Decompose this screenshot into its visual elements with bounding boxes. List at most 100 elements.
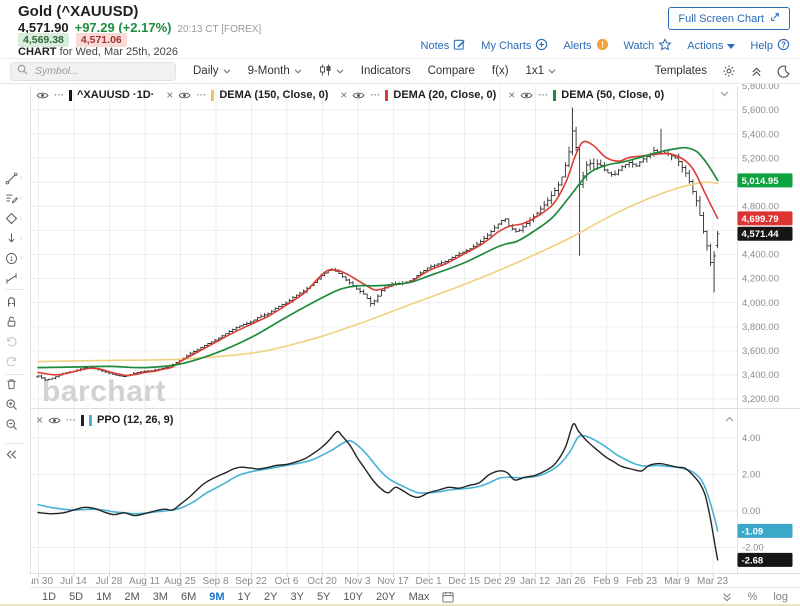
lock-drawings-icon[interactable] [4, 312, 26, 330]
percent-scale-toggle[interactable]: % [748, 591, 758, 603]
eye-visibility-icon[interactable] [178, 91, 191, 100]
period-1d[interactable]: 1D [42, 591, 56, 603]
svg-text:4,699.79: 4,699.79 [742, 214, 779, 225]
toolbar-item-compare[interactable]: Compare [428, 65, 475, 77]
period-3y[interactable]: 3Y [290, 591, 303, 603]
period-3m[interactable]: 3M [153, 591, 168, 603]
header-link-notes[interactable]: Notes [421, 38, 467, 54]
gear-icon[interactable] [722, 64, 736, 78]
toolbar-item-indicators[interactable]: Indicators [361, 65, 411, 77]
main-pane-collapse-icon[interactable] [720, 91, 729, 97]
period-20y[interactable]: 20Y [376, 591, 396, 603]
ppo-axis-label-signal: -1.09 [738, 524, 793, 538]
period-2m[interactable]: 2M [124, 591, 139, 603]
remove-indicator-icon[interactable]: × [36, 414, 43, 426]
full-screen-chart-button[interactable]: Full Screen Chart [668, 7, 790, 30]
period-5y[interactable]: 5Y [317, 591, 330, 603]
header-link-alerts[interactable]: Alerts! [563, 38, 608, 54]
trendline-tool-icon[interactable]: › [4, 169, 26, 187]
shapes-tool-icon[interactable]: › [4, 209, 26, 227]
period-10y[interactable]: 10Y [343, 591, 363, 603]
templates-button[interactable]: Templates [655, 65, 707, 77]
arrow-annotation-tool-icon[interactable]: › [4, 229, 26, 247]
scroll-down-chevrons-icon[interactable] [722, 592, 732, 602]
zoom-out-icon[interactable] [4, 415, 26, 433]
measure-tool-icon[interactable]: › [4, 269, 26, 287]
period-2y[interactable]: 2Y [264, 591, 277, 603]
log-scale-toggle[interactable]: log [773, 591, 788, 603]
svg-text:5,200.00: 5,200.00 [742, 153, 779, 164]
eye-visibility-icon[interactable] [520, 91, 533, 100]
toolbar-item-fx[interactable]: f(x) [492, 65, 509, 77]
ppo-pane-collapse-icon[interactable] [725, 416, 734, 422]
more-options-icon[interactable]: ··· [66, 415, 76, 426]
svg-text:Nov 17: Nov 17 [377, 576, 409, 587]
remove-indicator-icon[interactable]: × [508, 89, 515, 101]
more-options-icon[interactable]: ··· [538, 90, 548, 101]
period-5d[interactable]: 5D [69, 591, 83, 603]
svg-text:Jan 26: Jan 26 [556, 576, 586, 587]
remove-indicator-icon[interactable]: × [340, 89, 347, 101]
magnet-mode-icon[interactable] [4, 292, 26, 310]
series-color-chip [385, 90, 388, 101]
header-link-label: My Charts [481, 40, 531, 52]
header-link-label: Help [750, 40, 773, 52]
svg-text:3,200.00: 3,200.00 [742, 394, 779, 405]
number-marker-tool-icon[interactable]: 1› [4, 249, 26, 267]
header: Gold (^XAUUSD) 4,571.90 +97.29 (+2.17%) … [0, 0, 800, 59]
toolbar-item-1x1[interactable]: 1x1 [526, 65, 557, 77]
indicator-legend-item: × ··· DEMA (20, Close, 0) [340, 89, 496, 101]
notes-icon [453, 38, 466, 54]
eye-visibility-icon[interactable] [352, 91, 365, 100]
more-options-icon[interactable]: ··· [196, 90, 206, 101]
collapse-panel-icon[interactable] [751, 66, 762, 77]
period-max[interactable]: Max [409, 591, 430, 603]
symbol-search-input[interactable] [33, 64, 169, 78]
symbol-legend-item: ···^XAUUSD ·1D· [36, 89, 154, 101]
header-link-watch[interactable]: Watch [624, 38, 673, 54]
svg-text:Dec 1: Dec 1 [415, 576, 442, 587]
zoom-in-icon[interactable] [4, 395, 26, 413]
range-dropdown[interactable]: 9-Month [248, 65, 302, 77]
period-1m[interactable]: 1M [96, 591, 111, 603]
period-9m[interactable]: 9M [209, 591, 224, 603]
header-link-actions[interactable]: Actions [687, 40, 735, 52]
svg-text:5,600.00: 5,600.00 [742, 105, 779, 116]
svg-text:Mar 23: Mar 23 [697, 576, 729, 587]
period-6m[interactable]: 6M [181, 591, 196, 603]
more-options-icon[interactable]: ··· [54, 90, 64, 101]
header-links: Notes My Charts Alerts! Watch Actions Help? [421, 38, 790, 54]
svg-text:3,600.00: 3,600.00 [742, 346, 779, 357]
ppo-line [38, 424, 718, 560]
star-icon [658, 38, 672, 54]
header-link-label: Watch [624, 40, 655, 52]
svg-text:4,571.44: 4,571.44 [742, 229, 780, 240]
bid-value: 4,569.38 [18, 33, 69, 47]
ohlc-bars [36, 108, 719, 381]
collapse-toolbar-icon[interactable] [4, 445, 26, 463]
more-options-icon[interactable]: ··· [370, 90, 380, 101]
rail-separator [5, 374, 24, 375]
header-link-help[interactable]: Help? [750, 38, 790, 54]
period-1y[interactable]: 1Y [238, 591, 251, 603]
chart-type-dropdown[interactable] [319, 64, 344, 79]
remove-indicator-icon[interactable]: × [166, 89, 173, 101]
svg-text:Aug 11: Aug 11 [129, 576, 160, 587]
delete-drawings-icon[interactable] [4, 375, 26, 393]
interval-dropdown[interactable]: Daily [193, 65, 231, 77]
indicator-legend-label: DEMA (150, Close, 0) [219, 89, 328, 101]
ask-value: 4,571.06 [76, 33, 127, 47]
eye-visibility-icon[interactable] [36, 91, 49, 100]
rail-separator [5, 289, 24, 290]
eye-visibility-icon[interactable] [48, 416, 61, 425]
header-link-my-charts[interactable]: My Charts [481, 38, 548, 54]
draw-tools-icon[interactable]: › [4, 189, 26, 207]
price-axis-label-dema-20: 4,699.79 [738, 211, 793, 225]
ppo-legend-label: PPO (12, 26, 9) [97, 414, 173, 426]
svg-text:3,800.00: 3,800.00 [742, 322, 779, 333]
indicator-legend-label: DEMA (20, Close, 0) [393, 89, 496, 101]
dark-mode-moon-icon[interactable] [777, 65, 790, 78]
undo-icon [4, 332, 26, 350]
symbol-search[interactable] [10, 62, 176, 81]
calendar-icon[interactable] [442, 591, 454, 603]
